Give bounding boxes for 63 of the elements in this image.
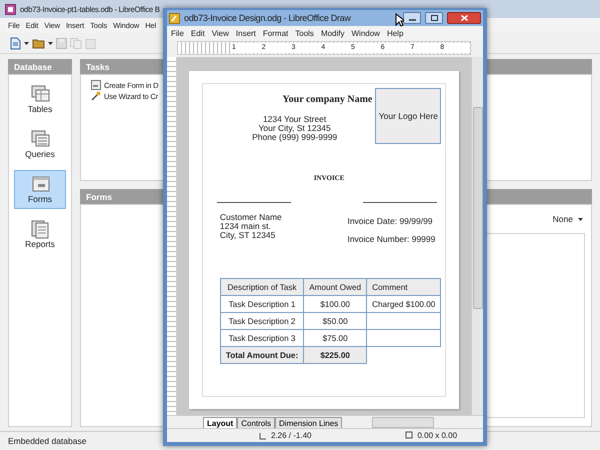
- table-cell: $100.00: [304, 296, 367, 312]
- maximize-button[interactable]: [425, 12, 443, 24]
- table-cell: $50.00: [304, 312, 367, 330]
- table-cell: Total Amount Due:: [220, 346, 304, 364]
- caret-icon[interactable]: [48, 42, 53, 44]
- window-title: odb73-Invoice Design.odg - LibreOffice Draw: [184, 13, 352, 23]
- close-icon: [460, 15, 468, 21]
- invoice-number: Invoice Number: 99999: [347, 235, 436, 244]
- form-window-icon: [30, 174, 50, 194]
- table-cell: Task Description 2: [220, 312, 304, 330]
- sidebar-item[interactable]: Reports: [14, 215, 66, 254]
- logo-text: Your Logo Here: [378, 111, 438, 121]
- menu-item[interactable]: View: [212, 29, 229, 38]
- size-readout: 0.00 x 0.00: [417, 431, 458, 440]
- wand-icon: [91, 91, 101, 101]
- company-name: Your company Name: [282, 94, 372, 105]
- menu-item[interactable]: Edit: [190, 29, 205, 38]
- table-stack-icon: [30, 84, 50, 104]
- sidebar-item[interactable]: Queries: [14, 125, 66, 164]
- menu-item[interactable]: Format: [262, 29, 288, 38]
- address-line: Phone (999) 999-9999: [252, 133, 338, 142]
- customer-line: 1234 main st.: [220, 222, 272, 231]
- position-icon: [259, 432, 267, 440]
- caret-icon[interactable]: [24, 42, 29, 44]
- maximize-icon: [430, 15, 438, 21]
- menu-item[interactable]: Insert: [236, 29, 256, 38]
- close-button[interactable]: [447, 12, 481, 24]
- table-cell: Comment: [366, 278, 441, 296]
- customer-line: Customer Name: [220, 213, 282, 222]
- table-cell: Description of Task: [220, 278, 304, 296]
- folder-icon[interactable]: [32, 38, 45, 48]
- table-list-icon: [30, 129, 50, 149]
- position-readout: 2.26 / -1.40: [271, 431, 312, 440]
- invoice-date: Invoice Date: 99/99/99: [347, 217, 434, 226]
- scrollbar[interactable]: [372, 416, 434, 428]
- size-icon: [405, 430, 414, 438]
- document-stack-icon: [30, 219, 50, 239]
- menu-item[interactable]: File: [171, 29, 184, 38]
- database-app-icon: [5, 4, 16, 14]
- draw-app-icon: [169, 12, 180, 24]
- address-line: Your City, St 12345: [258, 124, 331, 133]
- scrollbar[interactable]: [471, 57, 483, 415]
- layer-tab[interactable]: Dimension Lines: [275, 417, 342, 428]
- form-icon: [91, 80, 101, 90]
- document-icon[interactable]: [10, 36, 21, 50]
- layer-tab[interactable]: Layout: [203, 417, 238, 428]
- menu-item[interactable]: Tools: [295, 29, 314, 38]
- menu-item[interactable]: Modify: [320, 29, 344, 38]
- table-cell: $225.00: [304, 346, 367, 364]
- preview-dropdown[interactable]: None: [552, 214, 583, 224]
- sidebar-item[interactable]: Forms: [14, 170, 66, 209]
- panel-header: Database: [8, 59, 72, 74]
- menu-item[interactable]: Help: [386, 29, 404, 38]
- layer-tab[interactable]: Controls: [237, 417, 276, 428]
- caret-icon: [578, 218, 583, 220]
- table-cell: Task Description 1: [220, 296, 304, 312]
- sidebar-item[interactable]: Tables: [14, 80, 66, 119]
- table-cell: Amount Owed: [304, 278, 367, 296]
- menu-item[interactable]: Window: [352, 29, 380, 38]
- customer-line: City, ST 12345: [220, 231, 276, 240]
- table-cell: Charged $100.00: [366, 296, 441, 312]
- minimize-button[interactable]: [403, 12, 421, 24]
- address-line: 1234 Your Street: [262, 115, 326, 124]
